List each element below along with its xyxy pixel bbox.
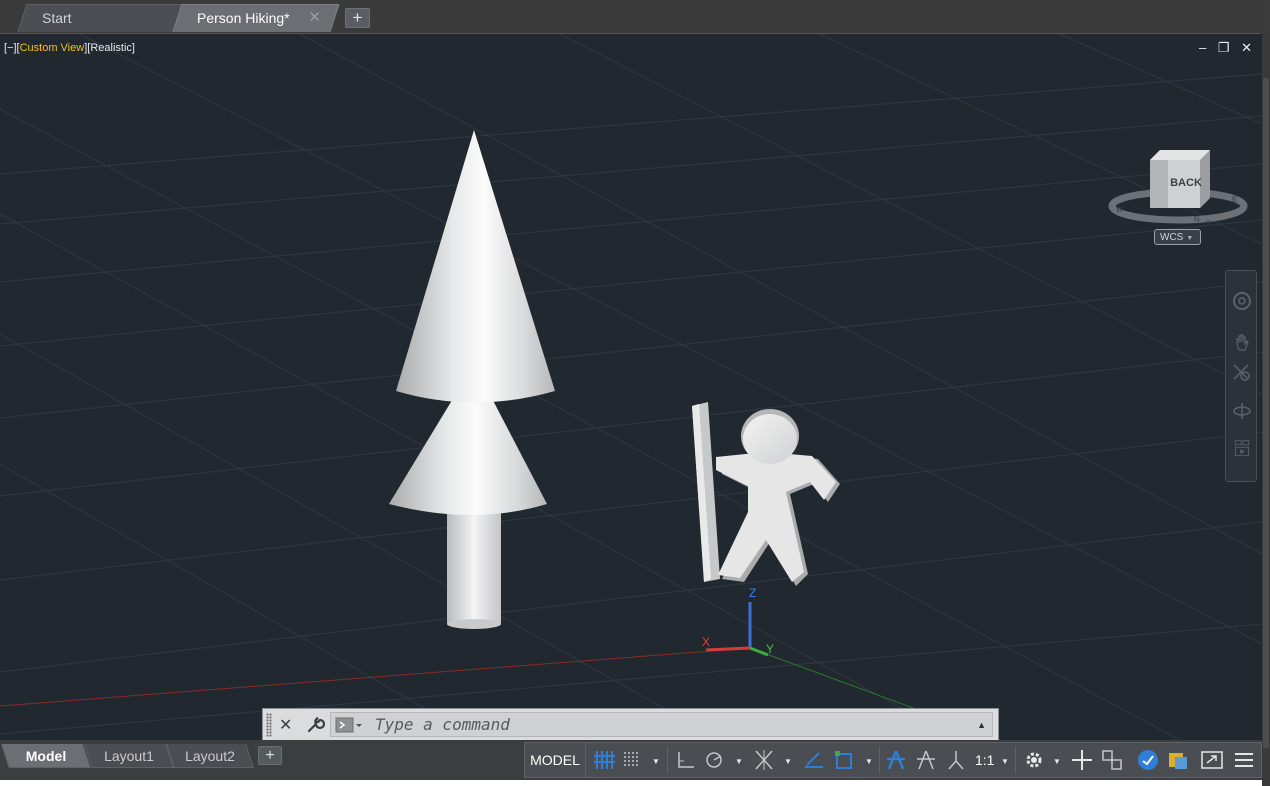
new-drawing-button[interactable]: + xyxy=(345,8,370,28)
annotation-scale-value[interactable]: 1:1 xyxy=(975,743,994,777)
window-bottom-edge xyxy=(0,780,1262,786)
clean-screen-alt-icon[interactable] xyxy=(1165,747,1191,773)
clean-screen-icon[interactable] xyxy=(1199,747,1225,773)
autocad-window: Start Person Hiking* ✕ + Z X Y [−][Custo… xyxy=(0,0,1270,786)
tab-layout1[interactable]: Layout1 xyxy=(84,744,174,768)
ucs-z-label: Z xyxy=(749,586,756,600)
wcs-label: WCS xyxy=(1160,232,1184,243)
navigation-bar xyxy=(1225,270,1257,482)
minimize-icon[interactable]: ‒ xyxy=(1199,40,1206,55)
zoom-extents-icon[interactable] xyxy=(1232,363,1252,383)
pan-hand-icon[interactable] xyxy=(1232,333,1252,353)
viewport-menu[interactable]: [−][ xyxy=(4,42,20,54)
chevron-down-icon[interactable]: ▼ xyxy=(735,757,743,766)
ucs-icon: Z X Y xyxy=(702,586,774,657)
viewport-window-buttons: ‒ ❐ ✕ xyxy=(1191,40,1252,56)
chevron-down-icon[interactable]: ▼ xyxy=(784,757,792,766)
steering-wheel-icon[interactable] xyxy=(1232,291,1252,311)
close-icon[interactable]: ✕ xyxy=(1241,40,1252,56)
chevron-down-icon[interactable]: ▼ xyxy=(1053,757,1061,766)
wcs-menu[interactable]: WCS ▼ xyxy=(1154,229,1201,245)
gear-icon[interactable] xyxy=(1021,747,1047,773)
scene-canvas: Z X Y xyxy=(0,34,1262,740)
polar-tracking-icon[interactable] xyxy=(701,747,727,773)
viewport-controls[interactable]: [−][Custom View][Realistic] xyxy=(4,42,135,54)
wrench-icon[interactable] xyxy=(305,715,325,735)
ucs-x-label: X xyxy=(702,635,710,649)
ucs-y-label: Y xyxy=(766,642,774,656)
chevron-down-icon[interactable]: ▼ xyxy=(1001,757,1009,766)
tab-start-label: Start xyxy=(42,10,72,26)
grid-lines xyxy=(0,34,1262,740)
tab-layout1-label: Layout1 xyxy=(104,748,154,764)
tab-person-hiking[interactable]: Person Hiking* ✕ xyxy=(172,4,340,32)
annotation-scale-icon[interactable] xyxy=(943,747,969,773)
object-snap-icon[interactable] xyxy=(831,747,857,773)
plus-icon[interactable] xyxy=(1069,747,1095,773)
hardware-acceleration-icon[interactable] xyxy=(1135,747,1161,773)
auto-scale-icon[interactable] xyxy=(913,747,939,773)
command-line: ✕ ▲ xyxy=(262,708,999,741)
x-axis-line xyxy=(0,647,751,707)
object-snap-tracking-icon[interactable] xyxy=(801,747,827,773)
tab-layout2-label: Layout2 xyxy=(185,748,235,764)
tab-person-hiking-label: Person Hiking* xyxy=(197,10,290,26)
command-input-box[interactable]: ▲ xyxy=(330,712,993,737)
person-hiking-model[interactable] xyxy=(692,402,840,586)
annotation-visibility-icon[interactable] xyxy=(883,747,909,773)
command-prompt-icon[interactable] xyxy=(335,717,363,733)
tab-layout2[interactable]: Layout2 xyxy=(166,744,254,768)
isolate-objects-icon[interactable] xyxy=(1099,747,1125,773)
viewport-bracket-end: ] xyxy=(131,42,135,54)
orbit-icon[interactable] xyxy=(1232,401,1252,421)
model-viewport[interactable]: Z X Y [−][Custom View][Realistic] ‒ ❐ ✕ … xyxy=(0,34,1262,740)
command-history-icon[interactable]: ▲ xyxy=(977,720,986,730)
visual-style[interactable]: Realistic xyxy=(90,42,132,54)
customization-menu-icon[interactable] xyxy=(1231,747,1257,773)
viewcube-face-label: BACK xyxy=(1170,177,1202,189)
grid-display-icon[interactable] xyxy=(591,747,617,773)
viewcube[interactable]: BACK S N W E xyxy=(1108,110,1248,230)
tab-model-label: Model xyxy=(25,748,67,764)
command-input[interactable] xyxy=(375,715,935,734)
compass-east: E xyxy=(1232,195,1237,204)
close-icon[interactable]: ✕ xyxy=(308,4,321,32)
isodraft-icon[interactable] xyxy=(751,747,777,773)
chevron-down-icon: ▼ xyxy=(1186,235,1194,242)
snap-mode-icon[interactable] xyxy=(619,747,645,773)
vertical-scrollbar[interactable] xyxy=(1262,34,1270,786)
showmotion-icon[interactable] xyxy=(1232,439,1252,459)
document-tab-bar: Start Person Hiking* ✕ + xyxy=(0,0,1260,34)
close-icon[interactable]: ✕ xyxy=(279,715,292,735)
compass-south: S xyxy=(1206,219,1211,228)
tree-model[interactable] xyxy=(389,130,555,629)
scrollbar-thumb[interactable] xyxy=(1263,78,1269,748)
chevron-down-icon[interactable]: ▼ xyxy=(865,757,873,766)
model-space-button[interactable]: MODEL xyxy=(525,743,586,777)
tab-start[interactable]: Start xyxy=(17,4,185,32)
status-bar: MODEL ▼ ▼ ▼ ▼ 1:1 ▼ ▼ xyxy=(524,742,1262,778)
restore-icon[interactable]: ❐ xyxy=(1218,40,1230,56)
compass-west: W xyxy=(1116,205,1124,214)
drag-handle-icon[interactable] xyxy=(266,713,272,737)
chevron-down-icon[interactable]: ▼ xyxy=(652,757,660,766)
compass-north: N xyxy=(1194,215,1200,224)
view-name[interactable]: Custom View xyxy=(20,42,85,54)
ortho-mode-icon[interactable] xyxy=(673,747,699,773)
new-layout-button[interactable]: + xyxy=(258,746,282,765)
tab-model[interactable]: Model xyxy=(1,744,91,768)
